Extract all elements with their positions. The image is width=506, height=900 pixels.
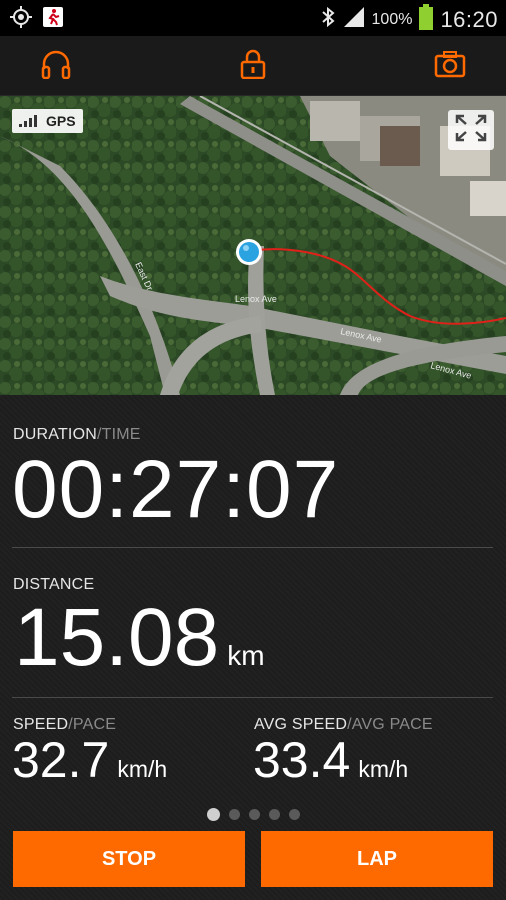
street-label: Lenox Ave bbox=[235, 294, 277, 304]
avg-speed-readout: 33.4 km/h bbox=[253, 731, 408, 789]
lap-button[interactable]: LAP bbox=[261, 831, 493, 887]
page-dot[interactable] bbox=[268, 809, 280, 820]
gps-signal-icon bbox=[19, 113, 41, 130]
map-view[interactable]: Lenox Ave Lenox Ave Lenox Ave East Dr GP… bbox=[0, 96, 506, 395]
expand-map-button[interactable] bbox=[448, 110, 494, 150]
distance-unit: km bbox=[227, 640, 265, 671]
gps-target-icon bbox=[10, 6, 32, 33]
speed-readout: 32.7 km/h bbox=[12, 731, 167, 789]
speed-unit: km/h bbox=[117, 756, 168, 782]
speed-value: 32.7 bbox=[12, 732, 110, 788]
avg-speed-value: 33.4 bbox=[253, 732, 351, 788]
toolbar bbox=[0, 36, 506, 96]
status-bar: 100% 16:20 bbox=[0, 0, 506, 36]
expand-icon bbox=[455, 114, 487, 147]
distance-readout: 15.08 km bbox=[14, 591, 265, 685]
page-dot[interactable] bbox=[206, 808, 220, 821]
duration-value: 00:27:07 bbox=[12, 444, 340, 535]
divider bbox=[12, 697, 493, 698]
signal-icon bbox=[342, 6, 366, 33]
distance-value: 15.08 bbox=[14, 592, 220, 683]
time-toggle-label: /TIME bbox=[96, 426, 141, 443]
lock-icon bbox=[240, 49, 266, 84]
battery-icon bbox=[418, 4, 434, 35]
lock-button[interactable] bbox=[235, 48, 271, 84]
runner-notification-icon bbox=[42, 6, 64, 33]
gps-indicator: GPS bbox=[12, 109, 83, 133]
stop-button[interactable]: STOP bbox=[13, 831, 245, 887]
workout-stats-panel[interactable]: DURATION/TIME 00:27:07 DISTANCE 15.08 km … bbox=[0, 395, 506, 900]
battery-percent: 100% bbox=[371, 10, 413, 28]
page-dot[interactable] bbox=[288, 809, 300, 820]
divider bbox=[12, 547, 493, 548]
camera-button[interactable] bbox=[432, 48, 468, 84]
headphones-icon bbox=[40, 49, 72, 84]
page-indicator[interactable] bbox=[0, 808, 506, 821]
avg-speed-unit: km/h bbox=[358, 756, 409, 782]
music-button[interactable] bbox=[38, 48, 74, 84]
duration-label[interactable]: DURATION/TIME bbox=[13, 426, 141, 444]
satellite-map: Lenox Ave Lenox Ave Lenox Ave East Dr bbox=[0, 96, 506, 395]
bluetooth-icon bbox=[320, 6, 336, 33]
page-dot[interactable] bbox=[248, 809, 260, 820]
camera-icon bbox=[434, 50, 466, 83]
page-dot[interactable] bbox=[228, 809, 240, 820]
clock: 16:20 bbox=[440, 6, 498, 32]
gps-label: GPS bbox=[46, 113, 76, 129]
